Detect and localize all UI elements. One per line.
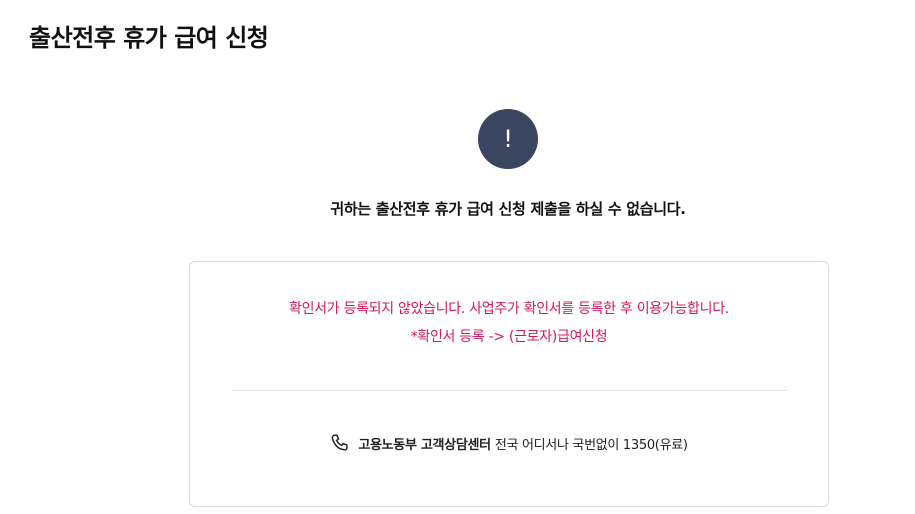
contact-center-name: 고용노동부 고객상담센터 bbox=[358, 437, 491, 453]
notice-line-instruction: *확인서 등록 -> (근로자)급여신청 bbox=[410, 329, 608, 345]
notice-line-registration: 확인서가 등록되지 않았습니다. 사업주가 확인서를 등록한 후 이용가능합니다… bbox=[289, 301, 729, 317]
contact-row: 고용노동부 고객상담센터 전국 어디서나 국번없이 1350(유료) bbox=[190, 432, 828, 454]
contact-center-detail: 전국 어디서나 국번없이 1350(유료) bbox=[494, 437, 688, 453]
exclamation-icon: ! bbox=[503, 125, 513, 153]
page-title: 출산전후 휴가 급여 신청 bbox=[29, 24, 269, 52]
phone-icon bbox=[330, 432, 352, 454]
ineligible-message: 귀하는 출산전후 휴가 급여 신청 제출을 하실 수 없습니다. bbox=[330, 200, 686, 218]
divider bbox=[232, 390, 788, 391]
info-box: 확인서가 등록되지 않았습니다. 사업주가 확인서를 등록한 후 이용가능합니다… bbox=[189, 261, 829, 507]
alert-icon-circle: ! bbox=[478, 109, 538, 169]
